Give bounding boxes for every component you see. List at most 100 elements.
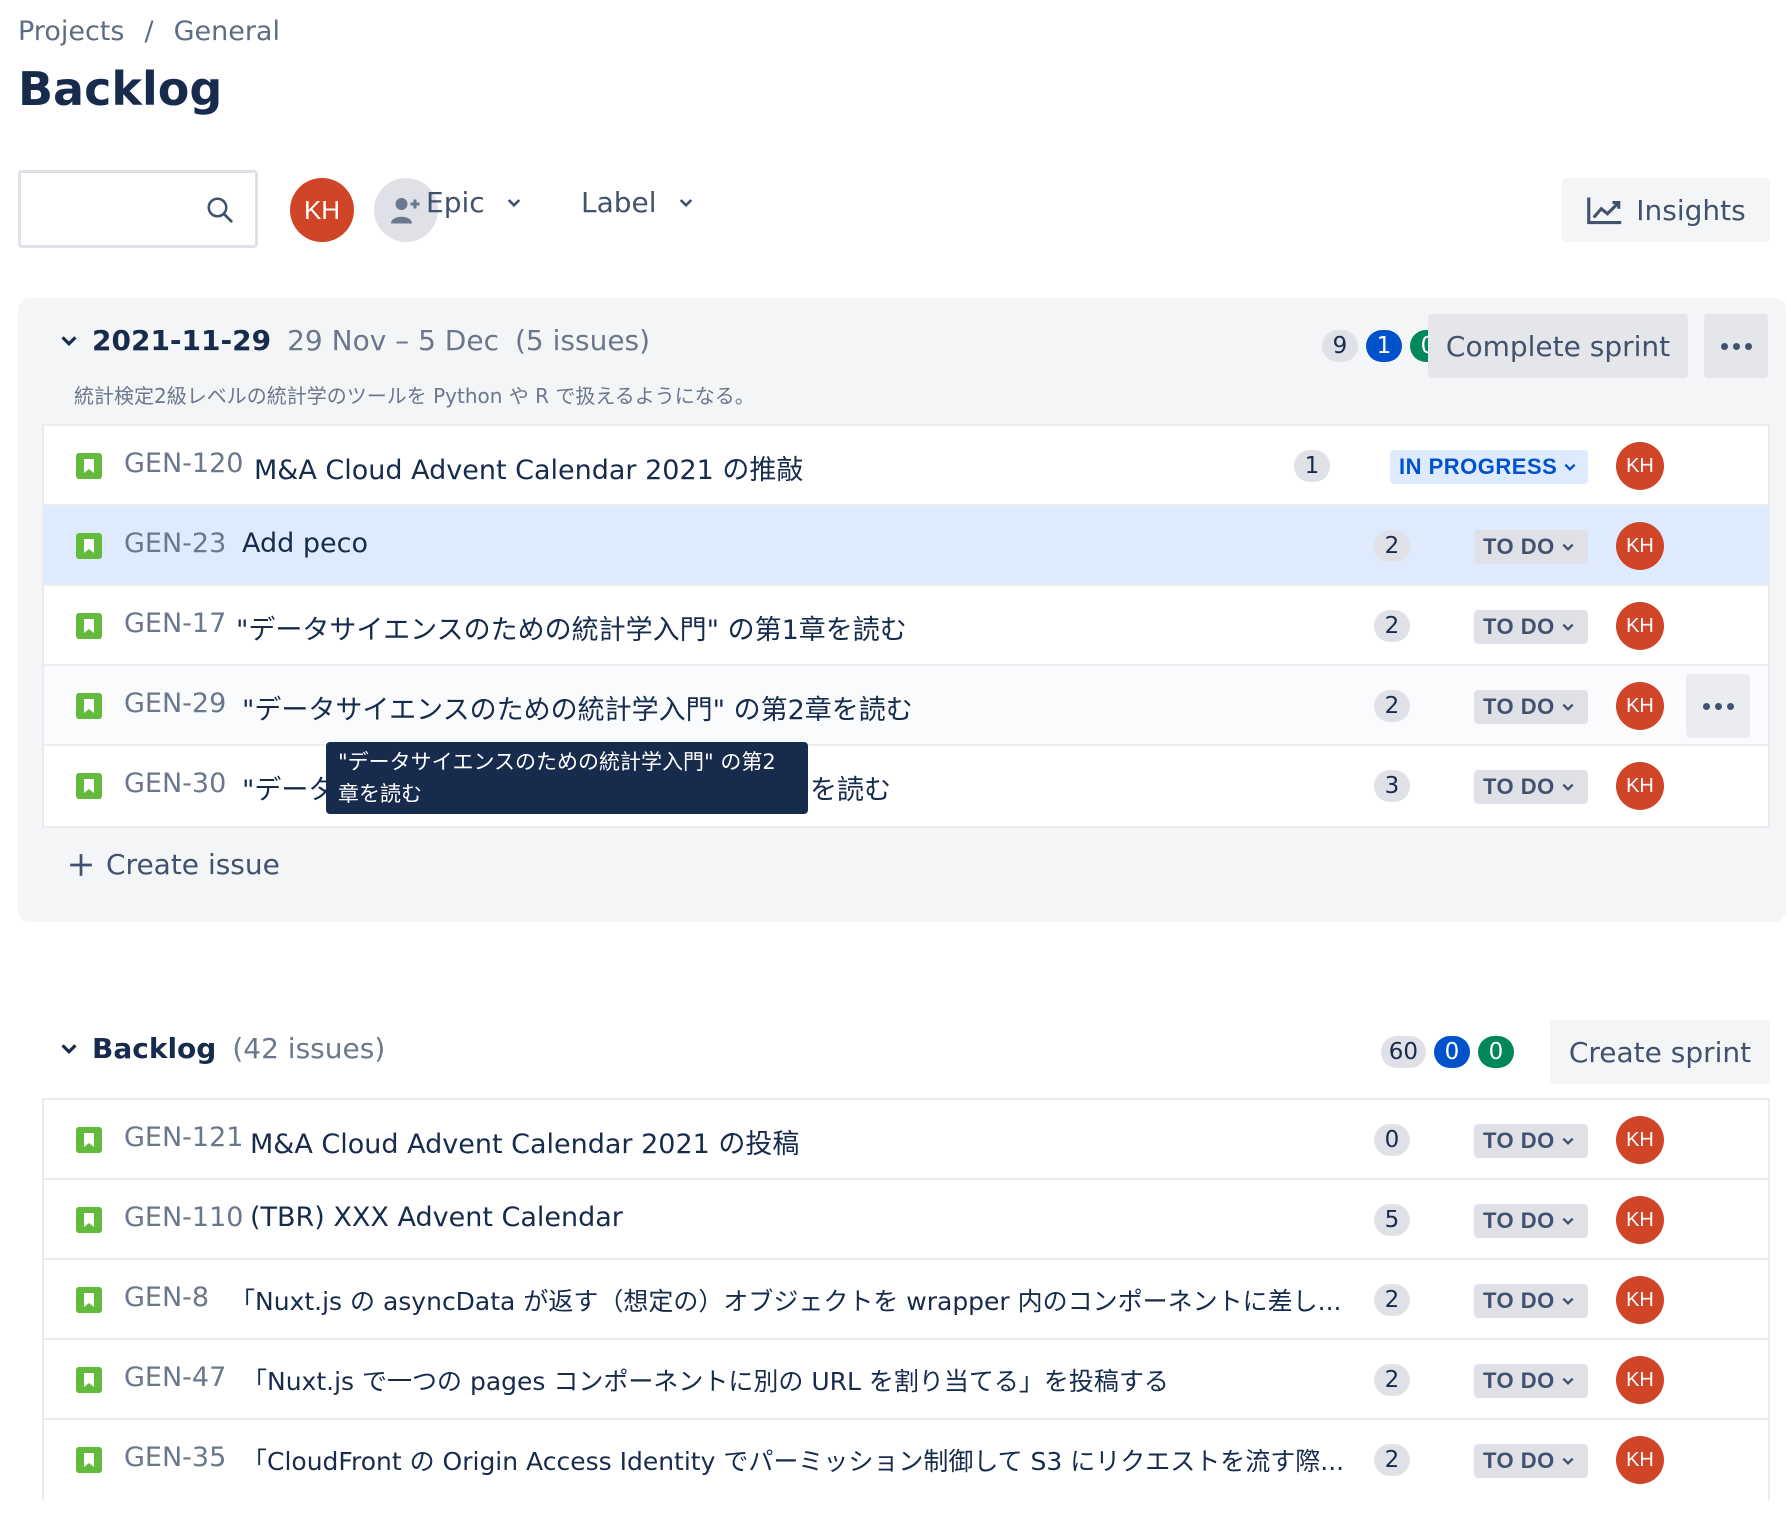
search-input[interactable] <box>21 173 201 243</box>
status-dropdown[interactable]: TO DO <box>1474 1364 1588 1398</box>
breadcrumb-separator: / <box>144 16 154 47</box>
issue-summary: M&A Cloud Advent Calendar 2021 の推敲 <box>254 455 804 486</box>
issue-row[interactable]: GEN-35 「CloudFront の Origin Access Ident… <box>44 1420 1768 1500</box>
status-dropdown[interactable]: TO DO <box>1474 1284 1588 1318</box>
status-dropdown[interactable]: TO DO <box>1474 1204 1588 1238</box>
issue-row[interactable]: GEN-30 "データ を読む 3 TO DO KH <box>44 746 1768 826</box>
backlog-name: Backlog <box>92 1032 217 1065</box>
issue-key[interactable]: GEN-35 <box>124 1442 226 1473</box>
assignee-avatar[interactable]: KH <box>1616 602 1664 650</box>
issue-row[interactable]: GEN-8 「Nuxt.js の asyncData が返す（想定の）オブジェク… <box>44 1260 1768 1340</box>
page-title: Backlog <box>18 62 223 116</box>
status-label: TO DO <box>1483 774 1555 799</box>
insights-label: Insights <box>1636 193 1746 227</box>
sprint-more-button[interactable] <box>1704 314 1768 378</box>
issue-summary: "データサイエンスのための統計学入門" の第1章を読む <box>236 615 907 646</box>
issue-row[interactable]: GEN-120 M&A Cloud Advent Calendar 2021 の… <box>44 426 1768 506</box>
breadcrumb-project[interactable]: General <box>174 16 280 47</box>
story-points-badge: 3 <box>1374 770 1410 802</box>
issue-summary: (TBR) XXX Advent Calendar <box>250 1202 623 1233</box>
complete-sprint-button[interactable]: Complete sprint <box>1428 314 1688 378</box>
issue-summary: Add peco <box>242 528 368 559</box>
status-label: TO DO <box>1483 1288 1555 1313</box>
sprint-dates: 29 Nov – 5 Dec <box>287 324 499 357</box>
story-points-badge: 2 <box>1374 690 1410 722</box>
story-icon <box>76 773 102 799</box>
issue-key[interactable]: GEN-23 <box>124 528 226 559</box>
chevron-down-icon <box>1562 543 1574 551</box>
chevron-down-icon[interactable] <box>58 1038 80 1060</box>
status-dropdown[interactable]: TO DO <box>1474 1444 1588 1478</box>
sprint-header[interactable]: 2021-11-29 29 Nov – 5 Dec (5 issues) <box>58 324 650 357</box>
row-more-button[interactable] <box>1686 674 1750 738</box>
issue-key[interactable]: GEN-110 <box>124 1202 243 1233</box>
status-label: TO DO <box>1483 614 1555 639</box>
chevron-down-icon <box>1562 1377 1574 1385</box>
status-label: TO DO <box>1483 1448 1555 1473</box>
avatar-filter[interactable]: KH <box>290 178 354 242</box>
label-filter[interactable]: Label <box>581 186 695 219</box>
status-dropdown[interactable]: TO DO <box>1474 1124 1588 1158</box>
backlog-issue-count: (42 issues) <box>232 1032 386 1065</box>
assignee-avatar[interactable]: KH <box>1616 1276 1664 1324</box>
in-progress-count-badge: 0 <box>1434 1036 1470 1068</box>
todo-count-badge: 9 <box>1322 330 1358 362</box>
chevron-down-icon <box>1564 463 1576 471</box>
assignee-avatar[interactable]: KH <box>1616 1196 1664 1244</box>
backlog-header[interactable]: Backlog (42 issues) <box>58 1032 385 1065</box>
issue-row[interactable]: GEN-110 (TBR) XXX Advent Calendar 5 TO D… <box>44 1180 1768 1260</box>
issue-summary-end: を読む <box>810 775 891 806</box>
status-dropdown[interactable]: IN PROGRESS <box>1390 450 1588 484</box>
epic-filter[interactable]: Epic <box>426 186 523 219</box>
chevron-down-icon <box>1562 703 1574 711</box>
issue-key[interactable]: GEN-17 <box>124 608 226 639</box>
issue-row[interactable]: GEN-17 "データサイエンスのための統計学入門" の第1章を読む 2 TO … <box>44 586 1768 666</box>
status-dropdown[interactable]: TO DO <box>1474 770 1588 804</box>
issue-key[interactable]: GEN-8 <box>124 1282 209 1313</box>
chevron-down-icon <box>1562 623 1574 631</box>
chevron-down-icon <box>1562 1217 1574 1225</box>
chevron-down-icon[interactable] <box>58 330 80 352</box>
assignee-avatar[interactable]: KH <box>1616 442 1664 490</box>
issue-row[interactable]: GEN-23 Add peco 2 TO DO KH <box>44 506 1768 586</box>
status-dropdown[interactable]: TO DO <box>1474 690 1588 724</box>
assignee-avatar[interactable]: KH <box>1616 762 1664 810</box>
issue-key[interactable]: GEN-120 <box>124 448 243 479</box>
issue-row[interactable]: GEN-47 「Nuxt.js で一つの pages コンポーネントに別の UR… <box>44 1340 1768 1420</box>
assignee-avatar[interactable]: KH <box>1616 682 1664 730</box>
issue-row[interactable]: GEN-121 M&A Cloud Advent Calendar 2021 の… <box>44 1100 1768 1180</box>
issue-summary-start: "データ <box>242 775 336 806</box>
sprint-goal: 統計検定2級レベルの統計学のツールを Python や R で扱えるようになる。 <box>74 384 755 408</box>
story-icon <box>76 533 102 559</box>
insights-button[interactable]: Insights <box>1562 178 1770 242</box>
sprint-issue-list: GEN-120 M&A Cloud Advent Calendar 2021 の… <box>42 424 1770 828</box>
status-label: TO DO <box>1483 534 1555 559</box>
status-dropdown[interactable]: TO DO <box>1474 610 1588 644</box>
story-points-badge: 2 <box>1374 530 1410 562</box>
todo-count-badge: 60 <box>1380 1036 1426 1068</box>
search-icon <box>207 197 233 223</box>
status-dropdown[interactable]: TO DO <box>1474 530 1588 564</box>
assignee-avatar[interactable]: KH <box>1616 1116 1664 1164</box>
issue-key[interactable]: GEN-30 <box>124 768 226 799</box>
issue-summary: 「Nuxt.js の asyncData が返す（想定の）オブジェクトを wra… <box>230 1287 1342 1316</box>
status-label: IN PROGRESS <box>1399 454 1558 479</box>
chevron-down-icon <box>1562 1137 1574 1145</box>
create-sprint-button[interactable]: Create sprint <box>1550 1020 1770 1084</box>
story-points-badge: 1 <box>1294 450 1330 482</box>
toolbar: KH Epic Label Insights <box>18 170 1770 250</box>
breadcrumb-projects[interactable]: Projects <box>18 16 124 47</box>
backlog-issue-list: GEN-121 M&A Cloud Advent Calendar 2021 の… <box>42 1098 1770 1500</box>
issue-summary: 「Nuxt.js で一つの pages コンポーネントに別の URL を割り当て… <box>242 1367 1169 1396</box>
assignee-avatar[interactable]: KH <box>1616 1356 1664 1404</box>
issue-key[interactable]: GEN-121 <box>124 1122 243 1153</box>
assignee-avatar[interactable]: KH <box>1616 1436 1664 1484</box>
assignee-avatar[interactable]: KH <box>1616 522 1664 570</box>
story-points-badge: 2 <box>1374 610 1410 642</box>
create-issue-button[interactable]: Create issue <box>68 848 280 881</box>
issue-key[interactable]: GEN-29 <box>124 688 226 719</box>
more-icon <box>1720 342 1728 350</box>
issue-key[interactable]: GEN-47 <box>124 1362 226 1393</box>
story-icon <box>76 1447 102 1473</box>
issue-row[interactable]: GEN-29 "データサイエンスのための統計学入門" の第2章を読む 2 TO … <box>44 666 1768 746</box>
